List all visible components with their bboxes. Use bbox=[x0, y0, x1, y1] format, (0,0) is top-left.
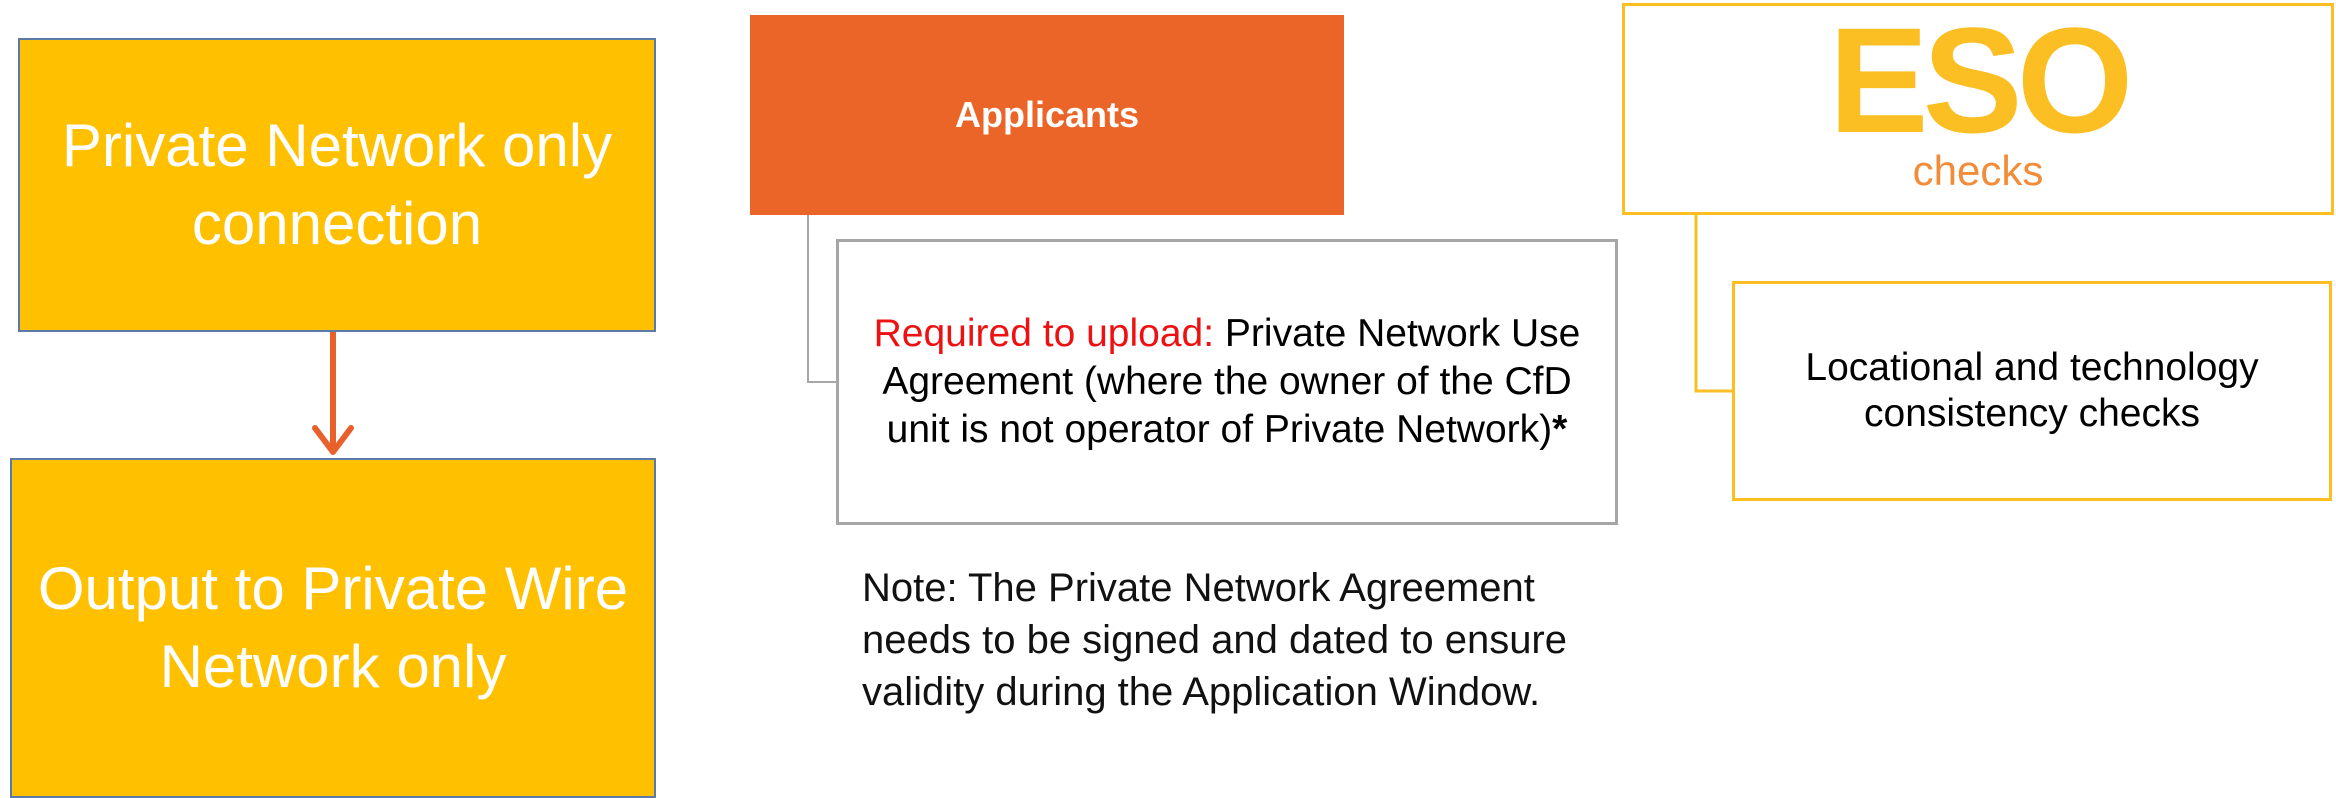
requirement-text-block: Required to upload: Private Network Use … bbox=[859, 310, 1595, 454]
locational-checks-label: Locational and technology consistency ch… bbox=[1805, 346, 2259, 435]
eso-checks-box: ESO checks bbox=[1622, 3, 2334, 215]
eso-connector bbox=[1694, 215, 1732, 393]
applicants-header-label: Applicants bbox=[954, 94, 1140, 135]
note-label: Note: bbox=[862, 566, 958, 610]
required-to-upload-label: Required to upload: bbox=[873, 312, 1215, 355]
requirement-asterisk: * bbox=[1552, 408, 1568, 451]
applicants-connector bbox=[807, 215, 836, 383]
note-text: The Private Network Agreement needs to b… bbox=[862, 566, 1567, 714]
note-text-block: Note: The Private Network Agreement need… bbox=[862, 562, 1622, 718]
eso-title: ESO bbox=[1828, 0, 2134, 164]
output-private-wire-label: Output to Private Wire Network only bbox=[37, 555, 629, 700]
private-network-label: Private Network only connection bbox=[61, 112, 613, 257]
output-private-wire-box: Output to Private Wire Network only bbox=[10, 458, 656, 798]
requirement-box: Required to upload: Private Network Use … bbox=[836, 239, 1618, 525]
eso-subtitle: checks bbox=[1912, 147, 2044, 194]
locational-checks-box: Locational and technology consistency ch… bbox=[1732, 281, 2332, 501]
private-network-box: Private Network only connection bbox=[18, 38, 656, 332]
applicants-header: Applicants bbox=[750, 15, 1344, 215]
